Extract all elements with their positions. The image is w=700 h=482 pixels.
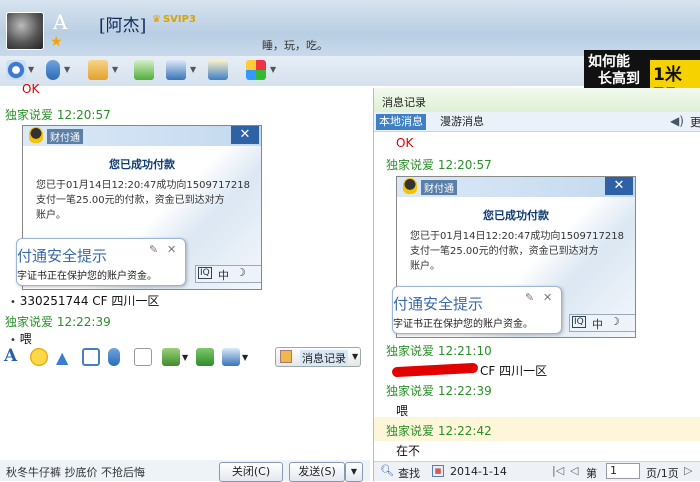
contact-avatar[interactable]	[6, 12, 44, 50]
prev-page-icon[interactable]: ◁	[570, 464, 578, 477]
message-history-button[interactable]: 消息记录 ▼	[275, 347, 361, 367]
calendar-icon[interactable]: ▦	[432, 465, 444, 477]
moon-icon: ☽	[610, 315, 620, 328]
message-text: • 喂	[10, 332, 32, 346]
redaction-mark	[391, 362, 479, 378]
tab-local-messages[interactable]: 本地消息	[376, 114, 426, 130]
next-page-icon[interactable]: ▷	[684, 464, 692, 477]
security-tip-popup: 付通安全提示 字证书正在保护您的账户资金。 ✎ ✕	[16, 238, 186, 286]
pin-icon: ✎	[525, 291, 535, 304]
history-footer: 🔍︎ 查找 ▦ 2014-1-14 |◁ ◁ 第 1 页/1页 ▷	[374, 461, 700, 481]
contact-name[interactable]: [阿杰]	[99, 11, 146, 36]
message-header: 独家说爱 12:22:42	[386, 424, 492, 438]
close-icon: ✕	[167, 243, 177, 256]
video-call-icon[interactable]	[6, 60, 26, 80]
apps-icon[interactable]	[246, 60, 266, 80]
chevron-down-icon[interactable]: ▼	[64, 65, 70, 74]
message-header: 独家说爱 12:22:39	[386, 384, 492, 398]
chevron-down-icon: ▼	[352, 352, 359, 361]
message-text: CF 四川一区	[480, 364, 548, 378]
banner-ad[interactable]: 如何能 长高到 1米75	[584, 50, 700, 105]
close-icon: ✕	[231, 126, 259, 144]
popup-heading: 您已成功付款	[483, 209, 549, 222]
message-header: 独家说爱 12:21:10	[386, 344, 492, 358]
close-button[interactable]: 关闭(C)	[219, 462, 283, 482]
gif-icon[interactable]	[82, 348, 100, 366]
close-icon: ✕	[543, 291, 553, 304]
popup-titlebar: 财付通	[23, 126, 261, 146]
image-icon[interactable]	[162, 348, 180, 366]
popup-titlebar: 财付通	[397, 177, 635, 197]
remote-desktop-icon[interactable]	[166, 60, 186, 80]
more-link[interactable]: 更	[690, 114, 700, 130]
first-page-icon[interactable]: |◁	[552, 464, 564, 477]
search-icon[interactable]: 🔍︎	[380, 464, 394, 477]
chevron-down-icon[interactable]: ▼	[190, 65, 196, 74]
message-text: • 330251744 CF 四川一区	[10, 294, 160, 308]
ad-text-link[interactable]: 秋冬牛仔裤 抄底价 不抢后悔	[6, 464, 145, 480]
chat-toolbar: ▼ ▼ ▼ ▼ ▼	[0, 56, 584, 86]
tab-roaming-messages[interactable]: 漫游消息	[440, 114, 484, 130]
speaker-icon[interactable]: ◀)	[670, 114, 684, 128]
avatar-letter: A	[53, 10, 68, 34]
voice-message-icon[interactable]	[108, 348, 120, 366]
chevron-down-icon[interactable]: ▼	[242, 353, 260, 371]
shake-icon[interactable]: ▲	[56, 348, 74, 367]
panel-titlebar: 消息记录	[374, 88, 700, 112]
music-icon[interactable]	[196, 348, 214, 366]
message-text: OK	[22, 82, 40, 96]
search-link[interactable]: 查找	[398, 465, 420, 481]
send-options-button[interactable]: ▼	[345, 462, 363, 482]
popup-heading: 您已成功付款	[109, 158, 175, 171]
pin-icon: ✎	[149, 243, 159, 256]
contact-signature: 睡，玩，吃。	[262, 39, 328, 52]
message-header: 独家说爱 12:20:57	[386, 158, 492, 172]
security-tip-popup: 付通安全提示 字证书正在保护您的账户资金。 ✎ ✕	[392, 286, 562, 334]
panel-title: 消息记录	[382, 96, 426, 109]
emoji-icon[interactable]	[30, 348, 48, 366]
qq-icon: IQ	[198, 267, 212, 279]
vip-badge: ♛ SVIP3	[152, 14, 196, 25]
note-icon[interactable]	[134, 348, 152, 366]
crown-icon: ♛	[152, 14, 161, 25]
qq-input-bar: IQ 中 ☽	[569, 314, 635, 332]
chevron-down-icon[interactable]: ▼	[270, 65, 276, 74]
star-icon: ★	[50, 34, 63, 50]
bottom-bar: 秋冬牛仔裤 抄底价 不抢后悔 关闭(C) 发送(S) ▼	[0, 460, 370, 482]
file-transfer-icon[interactable]	[88, 60, 108, 80]
history-tabs: 本地消息 漫游消息 ◀) 更	[374, 112, 700, 132]
message-text: 在不	[396, 444, 421, 458]
message-history-panel: 消息记录 本地消息 漫游消息 ◀) 更 OK 独家说爱 12:20:57 财付通…	[373, 88, 700, 481]
chevron-down-icon[interactable]: ▼	[112, 65, 118, 74]
close-icon: ✕	[605, 177, 633, 195]
date-field[interactable]: 2014-1-14	[450, 465, 507, 478]
history-icon	[280, 350, 292, 363]
qq-input-bar: IQ 中 ☽	[195, 265, 261, 283]
message-header: 独家说爱 12:20:57	[5, 108, 111, 122]
send-button[interactable]: 发送(S)	[289, 462, 345, 482]
page-input[interactable]: 1	[606, 463, 640, 479]
qq-penguin-icon	[29, 127, 43, 143]
add-contact-icon[interactable]	[134, 60, 154, 80]
share-screen-icon[interactable]	[208, 60, 228, 80]
voice-call-icon[interactable]	[46, 60, 60, 80]
moon-icon: ☽	[236, 266, 246, 279]
qq-penguin-icon	[403, 178, 417, 194]
message-header: 独家说爱 12:22:39	[5, 315, 111, 329]
message-input[interactable]	[0, 370, 370, 460]
font-icon[interactable]: A	[4, 346, 22, 366]
chevron-down-icon[interactable]: ▼	[28, 65, 34, 74]
screenshot-icon[interactable]	[222, 348, 240, 366]
message-text: OK	[396, 136, 414, 150]
qq-icon: IQ	[572, 316, 586, 328]
